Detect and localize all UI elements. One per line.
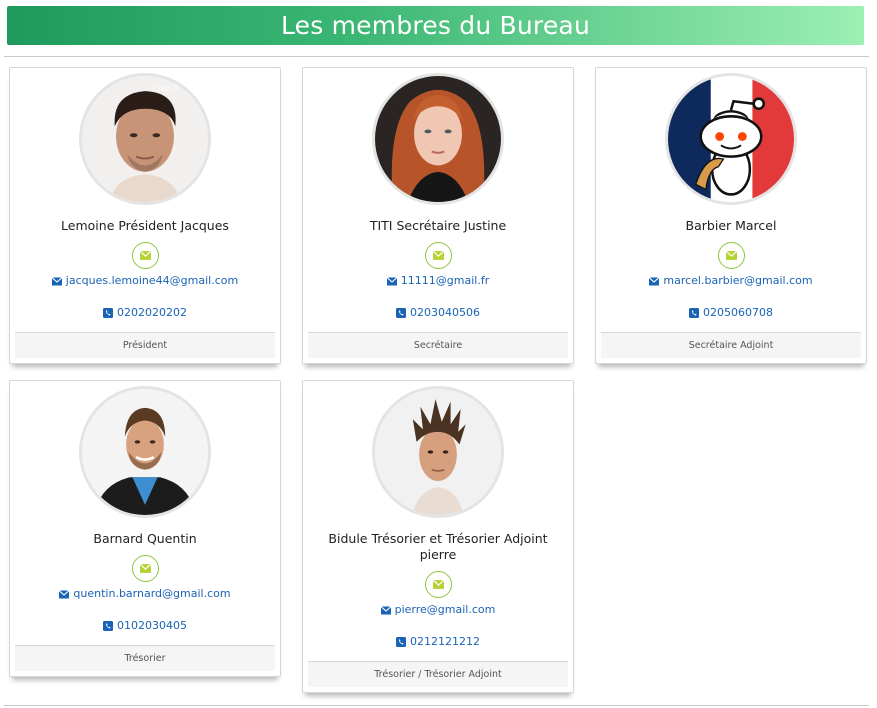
envelope-icon [140,564,151,573]
role-label: Secrétaire Adjoint [688,340,774,351]
phone-text: 0203040506 [410,306,480,319]
role-footer: Secrétaire [308,332,568,358]
phone-link[interactable]: 0102030405 [14,619,276,633]
email-link[interactable]: pierre@gmail.com [307,603,569,617]
send-mail-button[interactable] [425,571,452,598]
reddit-alien-french-flag [668,76,794,202]
email-link[interactable]: jacques.lemoine44@gmail.com [14,274,276,288]
spiky-hair-man-photo [375,389,501,515]
email-text: quentin.barnard@gmail.com [73,587,231,600]
avatar-watermark: iStock [153,84,181,94]
member-name: Barnard Quentin [93,531,197,546]
envelope-icon [649,276,660,285]
member-name: TITI Secrétaire Justine [369,218,507,233]
page-title: Les membres du Bureau [280,11,590,40]
divider-top [4,56,869,57]
red-haired-woman-photo [375,76,501,202]
envelope-icon [386,276,397,285]
member-name: Lemoine Président Jacques [61,218,229,233]
phone-text: 0202020202 [117,306,187,319]
page-title-banner: Les membres du Bureau [7,6,864,45]
role-footer: Trésorier / Trésorier Adjoint [308,661,568,687]
member-name: Bidule Trésorier et Trésorier Adjoint pi… [328,531,548,562]
avatar: iStock [79,73,211,205]
divider-bottom [4,705,869,706]
envelope-icon [140,251,151,260]
phone-text: 0205060708 [703,306,773,319]
envelope-icon [433,251,444,260]
email-link[interactable]: quentin.barnard@gmail.com [14,587,276,601]
member-card: TITI Secrétaire Justine 11111@gmail.fr 0… [302,67,574,364]
email-text: marcel.barbier@gmail.com [663,274,813,287]
phone-text: 0102030405 [117,619,187,632]
send-mail-button[interactable] [132,555,159,582]
phone-square-icon [396,637,406,647]
smiling-man-blazer-photo [82,389,208,515]
email-text: pierre@gmail.com [394,603,496,616]
man-dark-hair-photo: iStock [82,76,208,202]
envelope-icon [433,580,444,589]
email-link[interactable]: 11111@gmail.fr [307,274,569,288]
member-card: iStock Lemoine Président Jacques jacques… [9,67,281,364]
member-card: Bidule Trésorier et Trésorier Adjoint pi… [302,380,574,693]
phone-square-icon [396,308,406,318]
role-footer: Trésorier [15,645,275,671]
member-name: Barbier Marcel [685,218,777,233]
phone-square-icon [689,308,699,318]
member-card: Barnard Quentin quentin.barnard@gmail.co… [9,380,281,677]
phone-square-icon [103,621,113,631]
send-mail-button[interactable] [718,242,745,269]
email-link[interactable]: marcel.barbier@gmail.com [600,274,862,288]
envelope-icon [726,251,737,260]
phone-text: 0212121212 [410,635,480,648]
send-mail-button[interactable] [132,242,159,269]
phone-link[interactable]: 0203040506 [307,306,569,320]
avatar [665,73,797,205]
email-text: jacques.lemoine44@gmail.com [65,274,239,287]
role-label: Secrétaire [413,340,463,351]
phone-link[interactable]: 0205060708 [600,306,862,320]
role-label: Trésorier / Trésorier Adjoint [374,669,502,680]
role-footer: Secrétaire Adjoint [601,332,861,358]
role-label: Président [122,340,168,351]
phone-link[interactable]: 0212121212 [307,635,569,649]
role-footer: Président [15,332,275,358]
member-card: Barbier Marcel marcel.barbier@gmail.com … [595,67,867,364]
phone-link[interactable]: 0202020202 [14,306,276,320]
phone-square-icon [103,308,113,318]
avatar [372,73,504,205]
send-mail-button[interactable] [425,242,452,269]
envelope-icon [59,589,70,598]
email-text: 11111@gmail.fr [400,274,490,287]
role-label: Trésorier [124,653,166,664]
envelope-icon [51,276,62,285]
avatar [372,386,504,518]
avatar [79,386,211,518]
envelope-icon [380,605,391,614]
